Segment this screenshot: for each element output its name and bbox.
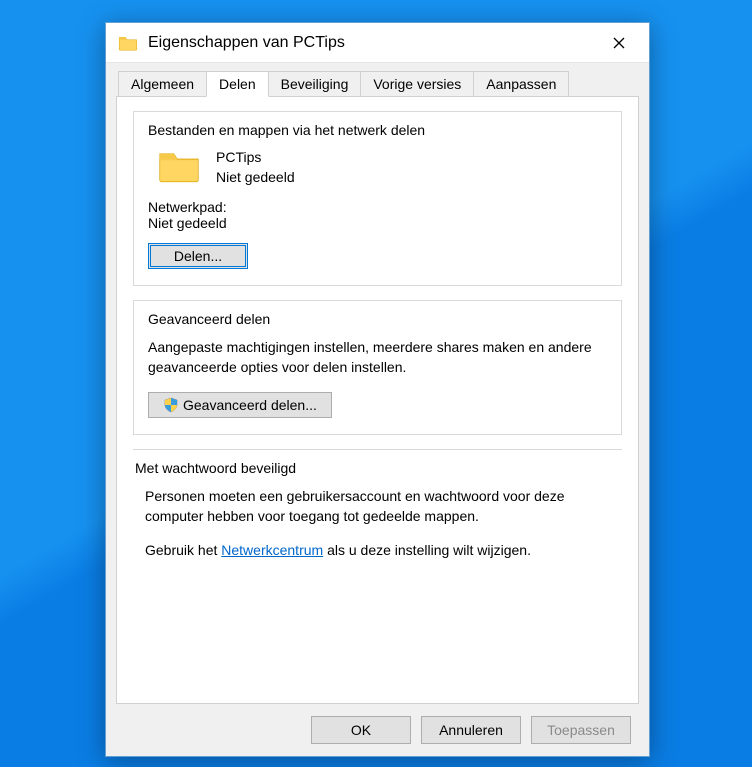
group-advanced-sharing-title: Geavanceerd delen <box>148 311 607 327</box>
password-hint-pre: Gebruik het <box>145 542 221 558</box>
dialog-body: Algemeen Delen Beveiliging Vorige versie… <box>106 63 649 756</box>
group-network-sharing: Bestanden en mappen via het netwerk dele… <box>133 111 622 286</box>
tab-algemeen[interactable]: Algemeen <box>118 71 207 97</box>
network-path-label: Netwerkpad: <box>148 199 607 215</box>
tab-strip: Algemeen Delen Beveiliging Vorige versie… <box>116 71 639 97</box>
apply-button[interactable]: Toepassen <box>531 716 631 744</box>
advanced-sharing-description: Aangepaste machtigingen instellen, meerd… <box>148 337 607 378</box>
password-hint: Gebruik het Netwerkcentrum als u deze in… <box>135 540 620 560</box>
cancel-button[interactable]: Annuleren <box>421 716 521 744</box>
close-button[interactable] <box>596 28 641 58</box>
tab-beveiliging[interactable]: Beveiliging <box>268 71 362 97</box>
network-center-link[interactable]: Netwerkcentrum <box>221 542 323 558</box>
folder-summary: PCTips Niet gedeeld <box>158 148 607 187</box>
password-hint-post: als u deze instelling wilt wijzigen. <box>323 542 531 558</box>
tab-aanpassen[interactable]: Aanpassen <box>473 71 569 97</box>
window-title: Eigenschappen van PCTips <box>148 34 596 52</box>
group-advanced-sharing: Geavanceerd delen Aangepaste machtiginge… <box>133 300 622 435</box>
dialog-footer: OK Annuleren Toepassen <box>116 704 639 746</box>
properties-dialog: Eigenschappen van PCTips Algemeen Delen … <box>105 22 650 757</box>
advanced-sharing-button-label: Geavanceerd delen... <box>183 397 317 413</box>
folder-icon <box>158 148 200 184</box>
group-password-protection: Met wachtwoord beveiligd Personen moeten… <box>133 449 622 581</box>
titlebar: Eigenschappen van PCTips <box>106 23 649 63</box>
share-button[interactable]: Delen... <box>148 243 248 269</box>
uac-shield-icon <box>163 397 179 413</box>
tab-delen[interactable]: Delen <box>206 71 269 97</box>
folder-icon <box>118 35 138 51</box>
group-network-sharing-title: Bestanden en mappen via het netwerk dele… <box>148 122 607 138</box>
network-path-value: Niet gedeeld <box>148 215 607 231</box>
advanced-sharing-button[interactable]: Geavanceerd delen... <box>148 392 332 418</box>
folder-name: PCTips <box>216 148 295 168</box>
ok-button[interactable]: OK <box>311 716 411 744</box>
tab-vorige-versies[interactable]: Vorige versies <box>360 71 474 97</box>
folder-share-status: Niet gedeeld <box>216 168 295 188</box>
tab-panel-delen: Bestanden en mappen via het netwerk dele… <box>116 96 639 704</box>
folder-info: PCTips Niet gedeeld <box>216 148 295 187</box>
password-description: Personen moeten een gebruikersaccount en… <box>135 486 620 527</box>
group-password-title: Met wachtwoord beveiligd <box>135 460 620 476</box>
close-icon <box>613 37 625 49</box>
